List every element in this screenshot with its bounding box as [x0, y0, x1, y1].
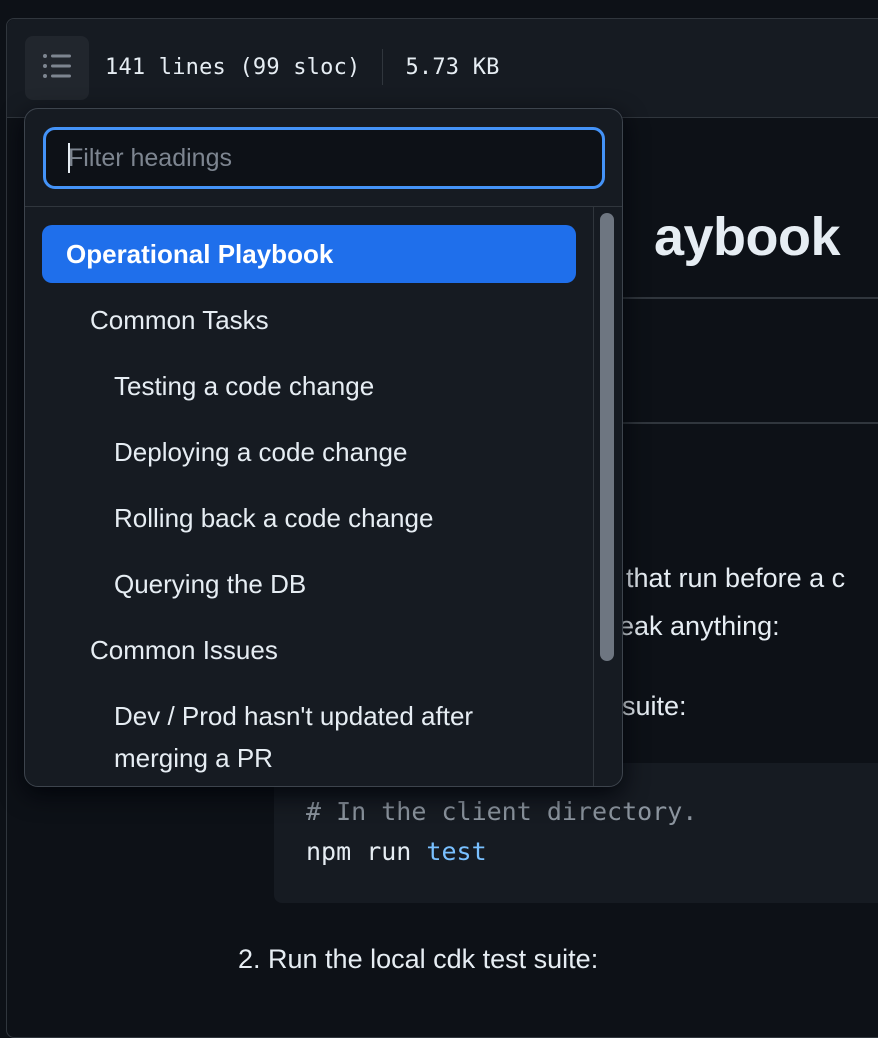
paragraph-line-2: eak anything:: [619, 611, 780, 641]
code-command: npm run: [306, 837, 412, 866]
toc-item-label: Common Issues: [90, 635, 278, 665]
toc-item-label: Querying the DB: [114, 569, 307, 599]
code-comment: # In the client directory.: [306, 797, 698, 826]
list-item-1: suite:: [622, 691, 687, 721]
code-command-line: npm run test: [306, 837, 487, 866]
toc-item-dev-prod-not-updated[interactable]: Dev / Prod hasn't updated after merging …: [42, 695, 562, 779]
toc-popover: Operational Playbook Common Tasks Testin…: [24, 108, 623, 787]
toc-item-querying-db[interactable]: Querying the DB: [42, 563, 576, 605]
toc-scrollbar-track[interactable]: [593, 207, 622, 786]
toc-item-label: Dev / Prod hasn't updated after merging …: [114, 701, 474, 773]
toc-item-operational-playbook[interactable]: Operational Playbook: [42, 225, 576, 283]
toc-item-deploying-code-change[interactable]: Deploying a code change: [42, 431, 576, 473]
toc-item-label: Operational Playbook: [66, 239, 334, 269]
toc-scrollbar-thumb[interactable]: [600, 213, 614, 661]
toc-item-label: Testing a code change: [114, 371, 375, 401]
code-argument: test: [426, 837, 487, 866]
toc-item-testing-code-change[interactable]: Testing a code change: [42, 365, 576, 407]
filter-section: [25, 109, 622, 207]
heading-rule: [600, 297, 878, 299]
toc-item-label: Common Tasks: [90, 305, 269, 335]
toc-item-common-tasks[interactable]: Common Tasks: [42, 299, 576, 341]
paragraph-line-1: that run before a c: [626, 563, 846, 593]
list-item-2: 2. Run the local cdk test suite:: [238, 944, 599, 974]
toc-item-label: Deploying a code change: [114, 437, 408, 467]
toc-item-common-issues[interactable]: Common Issues: [42, 629, 576, 671]
toc-item-label: Rolling back a code change: [114, 503, 434, 533]
text-caret: [68, 143, 70, 173]
section-rule: [600, 422, 878, 424]
toc-list: Operational Playbook Common Tasks Testin…: [25, 207, 622, 786]
toc-item-rolling-back-code-change[interactable]: Rolling back a code change: [42, 497, 576, 539]
filter-headings-input[interactable]: [43, 127, 605, 189]
